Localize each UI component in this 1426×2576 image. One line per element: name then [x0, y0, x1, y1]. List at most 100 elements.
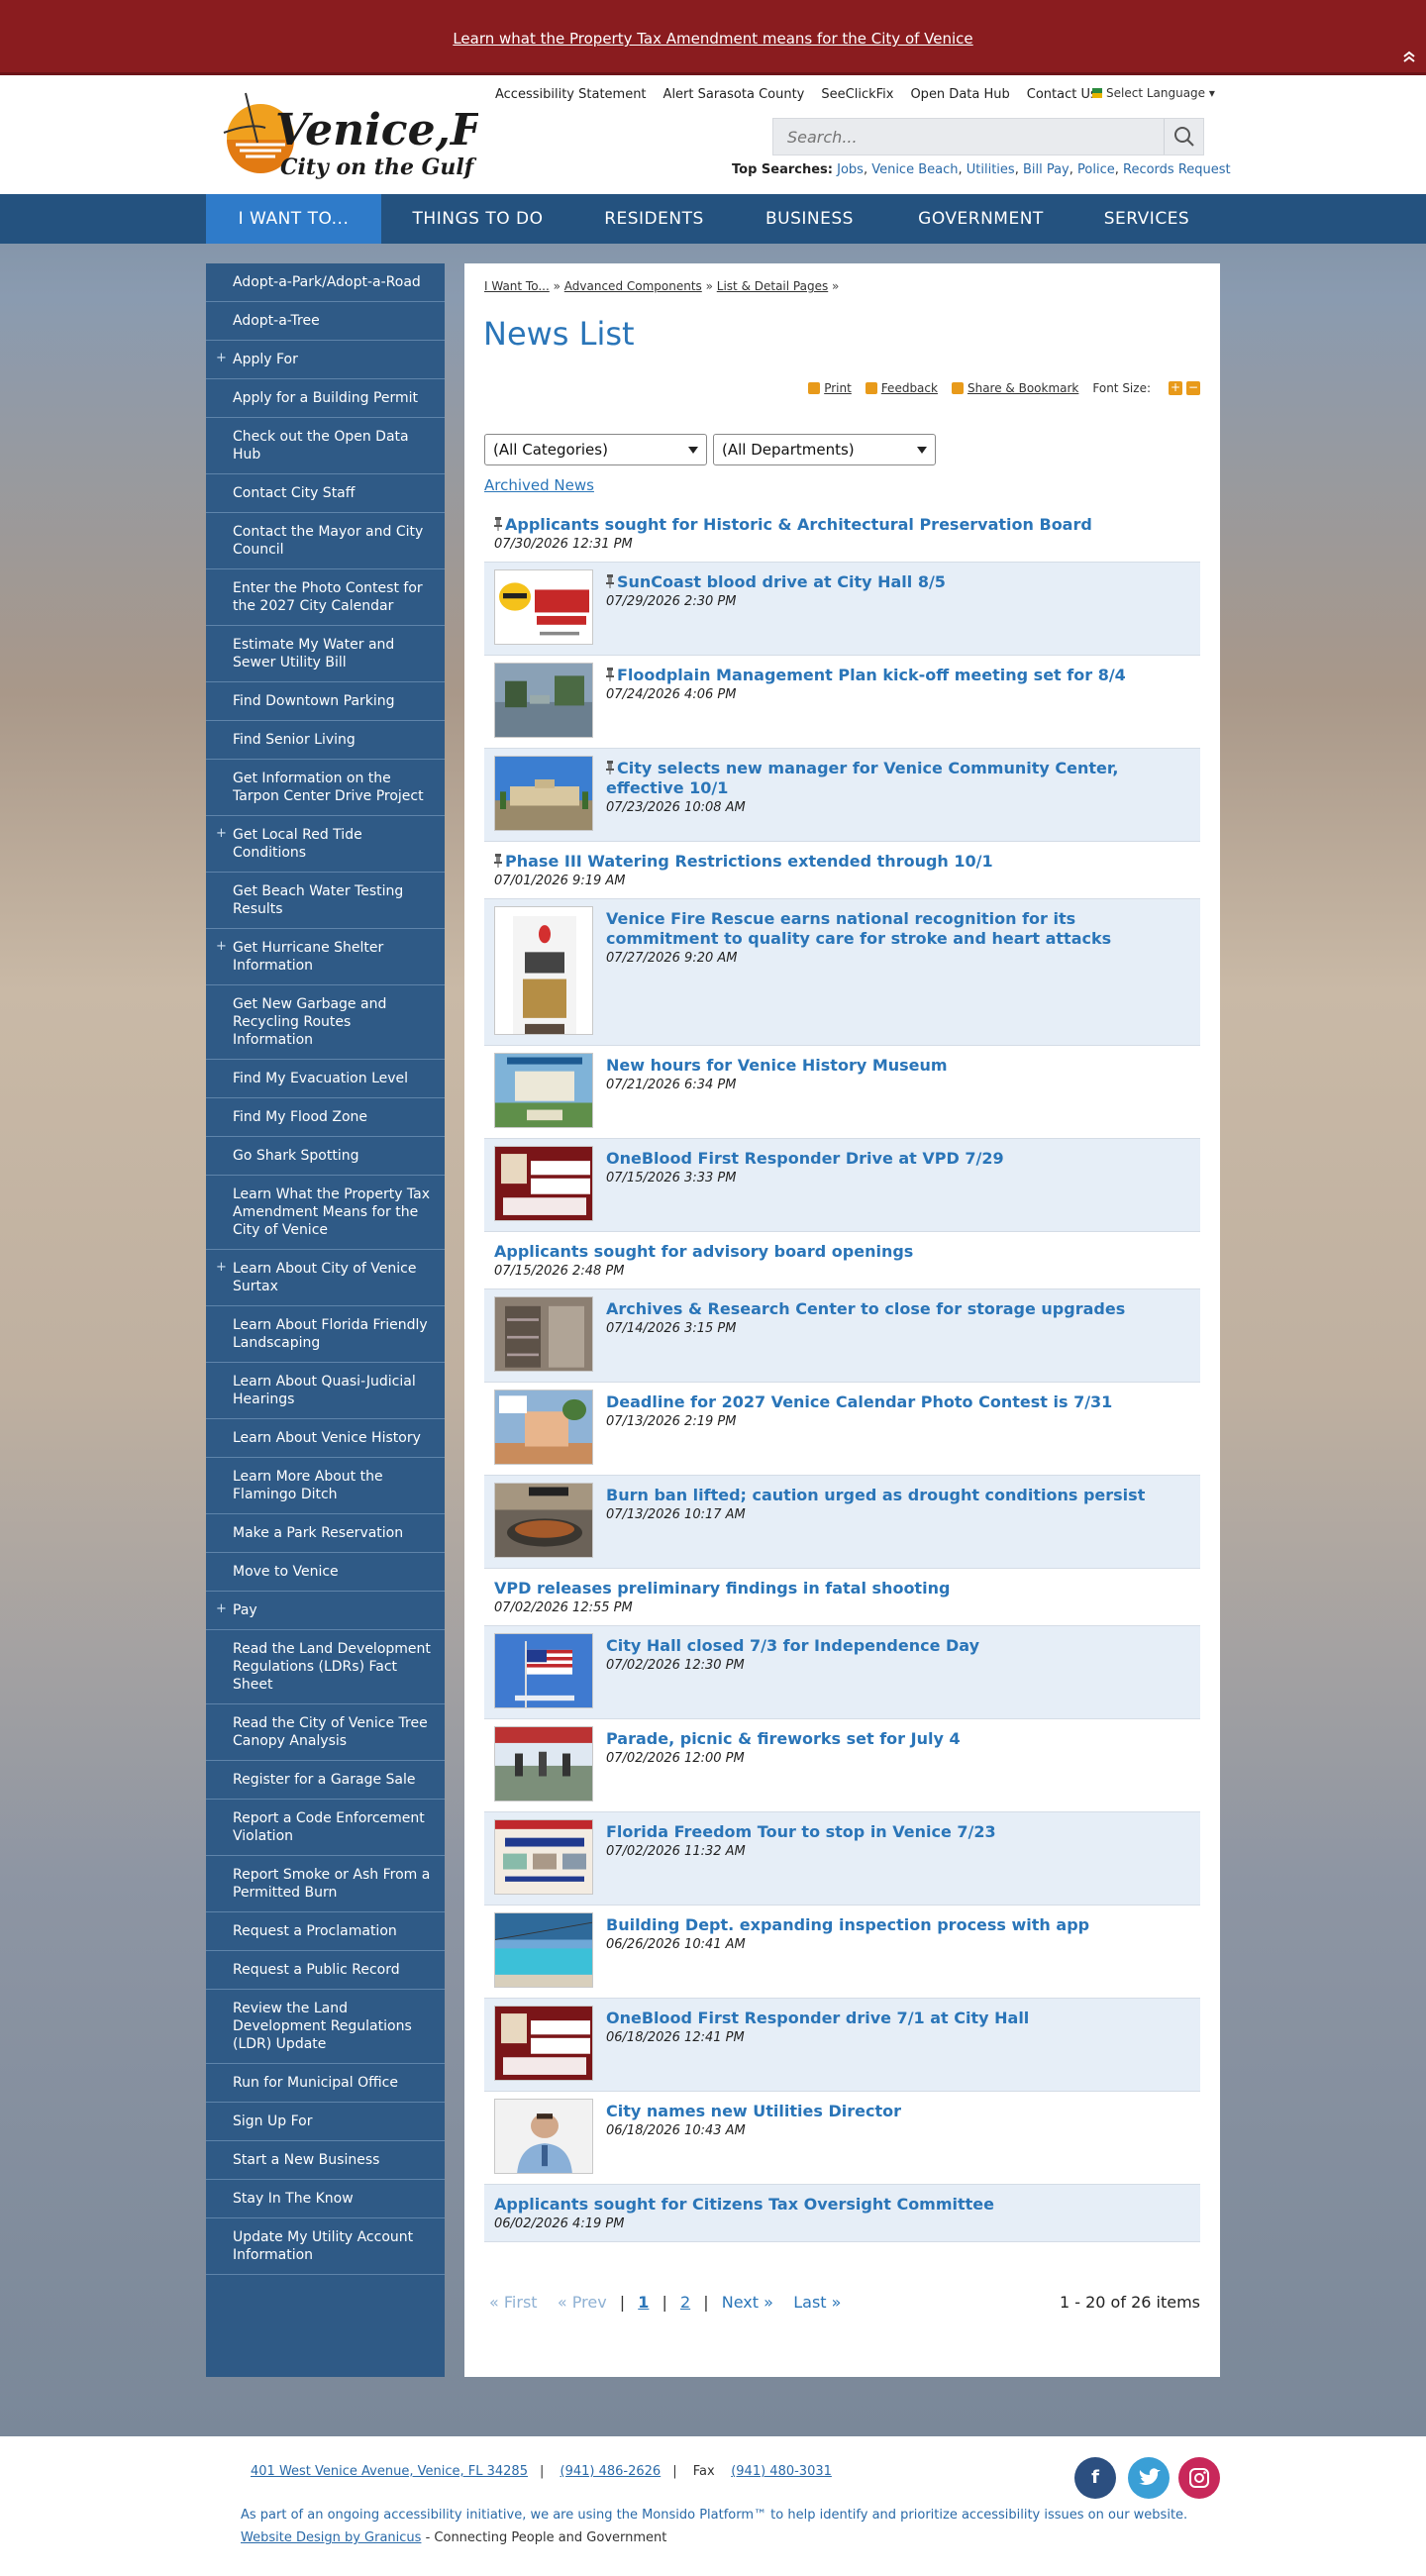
- alert-link[interactable]: Learn what the Property Tax Amendment me…: [0, 30, 1426, 48]
- share-button[interactable]: Share & Bookmark: [951, 381, 1078, 395]
- department-select[interactable]: (All Departments): [713, 434, 936, 465]
- sidebar-item[interactable]: Find My Flood Zone: [206, 1098, 445, 1137]
- category-select[interactable]: (All Categories): [484, 434, 707, 465]
- sidebar-item[interactable]: Apply for a Building Permit: [206, 379, 445, 418]
- sidebar-item[interactable]: + Get Hurricane Shelter Information: [206, 929, 445, 985]
- sidebar-item[interactable]: Request a Proclamation: [206, 1912, 445, 1951]
- page-1-link[interactable]: 1: [638, 2293, 649, 2312]
- sidebar-item[interactable]: + Apply For: [206, 341, 445, 379]
- news-thumbnail[interactable]: [494, 1053, 593, 1128]
- top-search-link[interactable]: Records Request: [1123, 162, 1231, 177]
- news-title-link[interactable]: Florida Freedom Tour to stop in Venice 7…: [606, 1822, 1190, 1842]
- last-page-link[interactable]: Last »: [793, 2293, 841, 2312]
- sidebar-item[interactable]: Contact City Staff: [206, 474, 445, 513]
- news-title-link[interactable]: VPD releases preliminary findings in fat…: [494, 1579, 1190, 1598]
- news-title-link[interactable]: OneBlood First Responder Drive at VPD 7/…: [606, 1149, 1190, 1169]
- top-search-link[interactable]: Utilities: [967, 162, 1015, 177]
- utility-link[interactable]: Alert Sarasota County: [663, 87, 805, 102]
- sidebar-item[interactable]: Make a Park Reservation: [206, 1514, 445, 1553]
- news-thumbnail[interactable]: [494, 906, 593, 1035]
- sidebar-item[interactable]: + Pay: [206, 1592, 445, 1630]
- page-2-link[interactable]: 2: [680, 2293, 690, 2312]
- news-title-link[interactable]: City selects new manager for Venice Comm…: [606, 759, 1190, 798]
- top-search-link[interactable]: Police: [1077, 162, 1115, 177]
- news-thumbnail[interactable]: [494, 1912, 593, 1988]
- instagram-icon[interactable]: [1178, 2457, 1220, 2499]
- search-input[interactable]: [773, 119, 1162, 155]
- news-thumbnail[interactable]: [494, 1296, 593, 1372]
- news-title-link[interactable]: Deadline for 2027 Venice Calendar Photo …: [606, 1392, 1190, 1412]
- news-title-link[interactable]: City Hall closed 7/3 for Independence Da…: [606, 1636, 1190, 1656]
- news-thumbnail[interactable]: [494, 2099, 593, 2174]
- news-title-link[interactable]: SunCoast blood drive at City Hall 8/5: [606, 572, 1190, 592]
- utility-link[interactable]: Open Data Hub: [910, 87, 1009, 102]
- news-title-link[interactable]: Parade, picnic & fireworks set for July …: [606, 1729, 1190, 1749]
- news-title-link[interactable]: Venice Fire Rescue earns national recogn…: [606, 909, 1190, 949]
- nav-things-to-do[interactable]: THINGS TO DO: [391, 194, 564, 244]
- sidebar-item[interactable]: Read the City of Venice Tree Canopy Anal…: [206, 1704, 445, 1761]
- news-thumbnail[interactable]: [494, 756, 593, 831]
- phone-link[interactable]: (941) 486-2626: [560, 2464, 662, 2479]
- sidebar-item[interactable]: Sign Up For: [206, 2103, 445, 2141]
- news-title-link[interactable]: Building Dept. expanding inspection proc…: [606, 1915, 1190, 1935]
- sidebar-item[interactable]: Find Downtown Parking: [206, 682, 445, 721]
- nav-business[interactable]: BUSINESS: [743, 194, 876, 244]
- breadcrumb-link[interactable]: Advanced Components: [564, 279, 702, 293]
- news-thumbnail[interactable]: [494, 1390, 593, 1465]
- breadcrumb-link[interactable]: List & Detail Pages: [717, 279, 828, 293]
- sidebar-item[interactable]: Adopt-a-Park/Adopt-a-Road: [206, 263, 445, 302]
- news-title-link[interactable]: Archives & Research Center to close for …: [606, 1299, 1190, 1319]
- nav-i-want-to[interactable]: I WANT TO...: [206, 194, 381, 244]
- top-search-link[interactable]: Bill Pay: [1023, 162, 1070, 177]
- collapse-alert-icon[interactable]: [1398, 48, 1420, 69]
- nav-services[interactable]: SERVICES: [1087, 194, 1206, 244]
- search-button[interactable]: [1164, 119, 1203, 155]
- news-title-link[interactable]: Floodplain Management Plan kick-off meet…: [606, 666, 1190, 685]
- sidebar-item[interactable]: Go Shark Spotting: [206, 1137, 445, 1176]
- sidebar-item[interactable]: + Learn About City of Venice Surtax: [206, 1250, 445, 1306]
- news-thumbnail[interactable]: [494, 1483, 593, 1558]
- expand-icon[interactable]: +: [216, 1259, 227, 1277]
- address-link[interactable]: 401 West Venice Avenue, Venice, FL 34285: [251, 2464, 528, 2479]
- news-thumbnail[interactable]: [494, 1726, 593, 1802]
- font-increase-icon[interactable]: +: [1169, 381, 1182, 395]
- sidebar-item[interactable]: Get Beach Water Testing Results: [206, 873, 445, 929]
- sidebar-item[interactable]: Stay In The Know: [206, 2180, 445, 2218]
- feedback-button[interactable]: Feedback: [865, 381, 938, 395]
- news-title-link[interactable]: Applicants sought for Historic & Archite…: [494, 515, 1190, 535]
- news-title-link[interactable]: City names new Utilities Director: [606, 2102, 1190, 2121]
- news-thumbnail[interactable]: [494, 663, 593, 738]
- city-logo[interactable]: Venice,FL City on the Gulf: [206, 83, 512, 187]
- sidebar-item[interactable]: Register for a Garage Sale: [206, 1761, 445, 1800]
- sidebar-item[interactable]: + Get Local Red Tide Conditions: [206, 816, 445, 873]
- sidebar-item[interactable]: Learn More About the Flamingo Ditch: [206, 1458, 445, 1514]
- news-title-link[interactable]: Burn ban lifted; caution urged as drough…: [606, 1486, 1190, 1505]
- news-title-link[interactable]: New hours for Venice History Museum: [606, 1056, 1190, 1076]
- news-thumbnail[interactable]: [494, 1633, 593, 1708]
- next-page-link[interactable]: Next »: [722, 2293, 773, 2312]
- top-search-link[interactable]: Venice Beach: [871, 162, 958, 177]
- news-title-link[interactable]: OneBlood First Responder drive 7/1 at Ci…: [606, 2009, 1190, 2028]
- sidebar-item[interactable]: Report a Code Enforcement Violation: [206, 1800, 445, 1856]
- news-thumbnail[interactable]: [494, 569, 593, 645]
- sidebar-item[interactable]: Read the Land Development Regulations (L…: [206, 1630, 445, 1704]
- sidebar-item[interactable]: Contact the Mayor and City Council: [206, 513, 445, 569]
- sidebar-item[interactable]: Learn About Quasi-Judicial Hearings: [206, 1363, 445, 1419]
- fax-link[interactable]: (941) 480-3031: [731, 2464, 832, 2479]
- utility-link[interactable]: SeeClickFix: [821, 87, 893, 102]
- sidebar-item[interactable]: Report Smoke or Ash From a Permitted Bur…: [206, 1856, 445, 1912]
- sidebar-item[interactable]: Move to Venice: [206, 1553, 445, 1592]
- sidebar-item[interactable]: Find Senior Living: [206, 721, 445, 760]
- sidebar-item[interactable]: Enter the Photo Contest for the 2027 Cit…: [206, 569, 445, 626]
- news-thumbnail[interactable]: [494, 1146, 593, 1221]
- breadcrumb-link[interactable]: I Want To...: [484, 279, 550, 293]
- granicus-link[interactable]: Website Design by Granicus: [241, 2530, 421, 2545]
- utility-link[interactable]: Accessibility Statement: [495, 87, 647, 102]
- news-title-link[interactable]: Phase III Watering Restrictions extended…: [494, 852, 1190, 872]
- news-title-link[interactable]: Applicants sought for advisory board ope…: [494, 1242, 1190, 1262]
- sidebar-item[interactable]: Learn About Florida Friendly Landscaping: [206, 1306, 445, 1363]
- sidebar-item[interactable]: Check out the Open Data Hub: [206, 418, 445, 474]
- font-decrease-icon[interactable]: −: [1186, 381, 1200, 395]
- facebook-icon[interactable]: f: [1074, 2457, 1116, 2499]
- expand-icon[interactable]: +: [216, 1600, 227, 1618]
